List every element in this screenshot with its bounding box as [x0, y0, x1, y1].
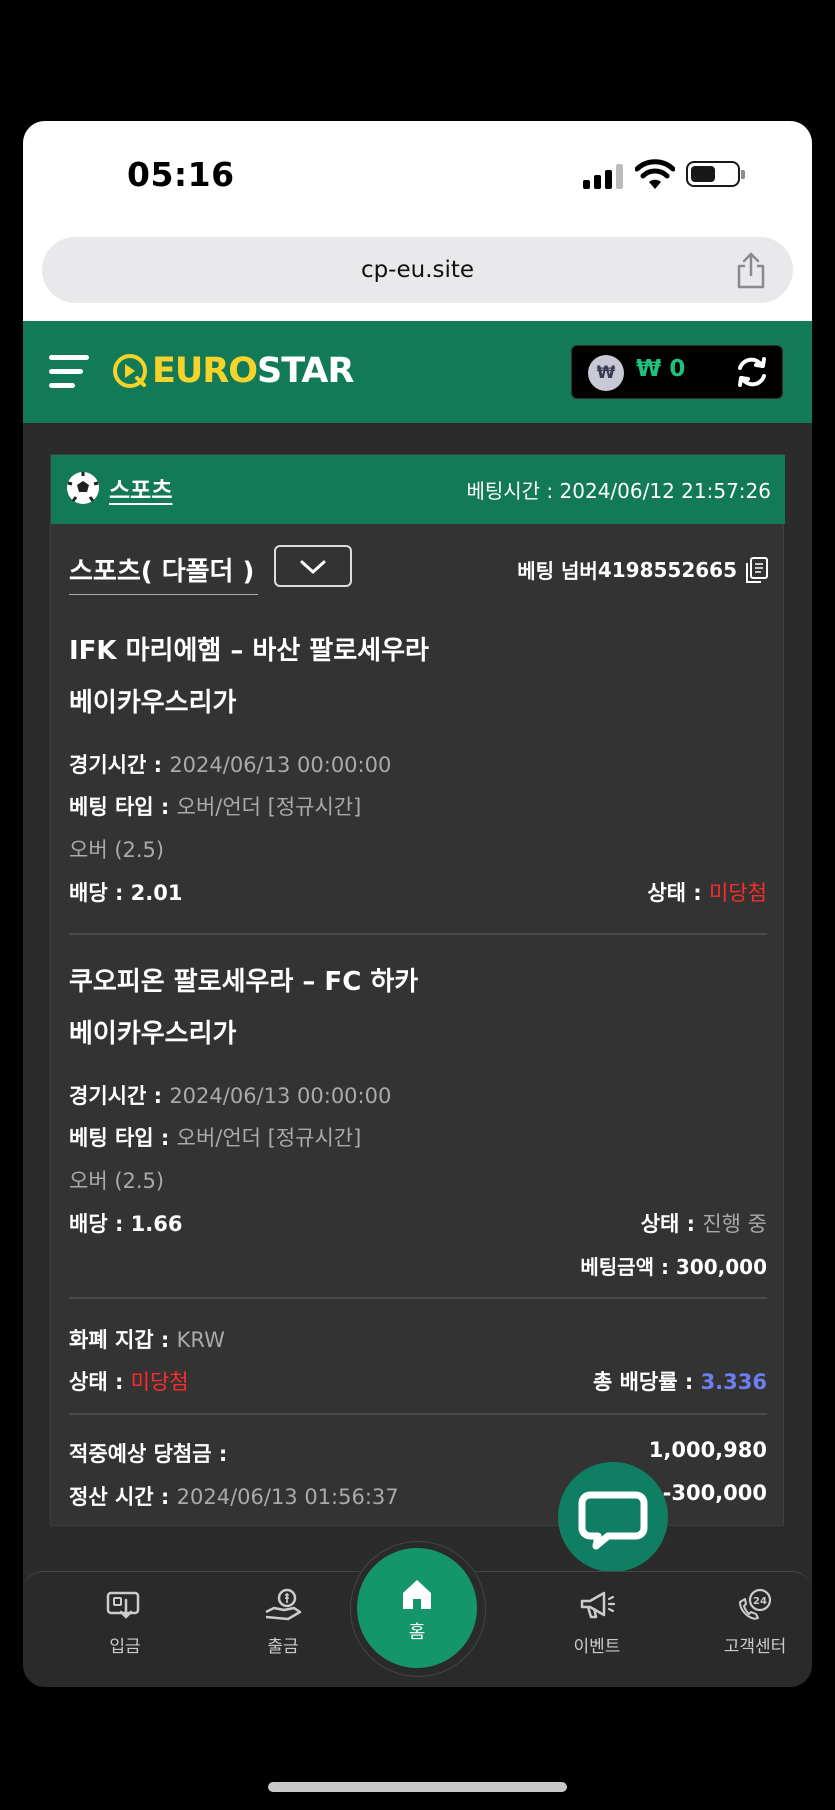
cellular-signal-icon [583, 163, 627, 189]
bet-time: 베팅시간 : 2024/06/12 21:57:26 [466, 479, 771, 503]
bet-history-card: 스포츠 베팅시간 : 2024/06/12 21:57:26 스포츠( 다폴더 … [50, 454, 785, 1526]
nav-withdraw[interactable]: 출금 [223, 1588, 343, 1674]
support-badge: 24 [753, 1596, 767, 1607]
url-text: cp-eu.site [360, 257, 475, 283]
bet-subheader: 스포츠( 다폴더 ) 베팅 넘버 4198552665 [69, 545, 769, 605]
nav-support-label: 고객센터 [723, 1637, 787, 1657]
divider [69, 933, 767, 935]
home-icon [403, 1580, 431, 1609]
nav-home-label: 홈 [408, 1622, 426, 1643]
match-2-odds: 배당 : 1.66 [69, 1212, 183, 1236]
match-1-game-time: 경기시간 : 2024/06/13 00:00:00 [69, 753, 392, 777]
nav-home[interactable]: 홈 [357, 1548, 477, 1668]
chat-bubble-icon [578, 1491, 648, 1550]
nav-event[interactable]: 이벤트 [537, 1588, 657, 1674]
logo-text: EUROSTAR [152, 351, 354, 391]
match-1-odds: 배당 : 2.01 [69, 881, 183, 905]
divider [69, 1413, 767, 1415]
soccer-ball-icon [67, 472, 99, 504]
withdraw-icon [265, 1588, 302, 1621]
battery-icon [686, 161, 745, 187]
site-logo[interactable]: EUROSTAR [111, 349, 354, 393]
home-indicator [268, 1782, 567, 1792]
match-2-league: 베이카우스리가 [69, 1019, 237, 1049]
logo-mark-icon [113, 354, 147, 388]
won-coin-icon: ₩ [588, 355, 624, 391]
browser-bar: cp-eu.site [23, 231, 812, 321]
match-2-teams: 쿠오피온 팔로세우라 – FC 하카 [69, 967, 419, 997]
match-2-status: 상태 : 진행 중 [640, 1212, 767, 1236]
balance-amount: ₩ 0 [636, 356, 686, 382]
logo-text-star: STAR [257, 351, 354, 391]
site-header: EUROSTAR ₩ ₩ 0 [23, 321, 812, 423]
currency-wallet: 화폐 지갑 : KRW [69, 1328, 225, 1352]
match-1-league: 베이카우스리가 [69, 688, 237, 718]
status-time: 05:16 [127, 155, 235, 194]
settle-amount: -300,000 [662, 1481, 767, 1505]
support-24-icon: 24 [739, 1588, 772, 1620]
share-icon[interactable] [735, 251, 767, 289]
overall-status: 상태 : 미당첨 [69, 1370, 189, 1394]
wifi-icon [635, 159, 675, 189]
bet-number: 베팅 넘버 4198552665 [517, 555, 769, 584]
bet-type-title: 스포츠( 다폴더 ) [69, 545, 258, 595]
wallet-balance: ₩ ₩ 0 [571, 345, 783, 399]
nav-deposit[interactable]: 입금 [65, 1588, 185, 1674]
match-1-bet-kind: 베팅 타입 : 오버/언더 [정규시간] [69, 795, 362, 819]
chat-button[interactable] [558, 1462, 668, 1572]
match-1-status: 상태 : 미당첨 [647, 881, 767, 905]
address-bar[interactable]: cp-eu.site [42, 237, 793, 303]
total-odds: 총 배당률 : 3.336 [592, 1370, 767, 1394]
divider [69, 1297, 767, 1299]
match-2-game-time: 경기시간 : 2024/06/13 00:00:00 [69, 1084, 392, 1108]
match-2-bet-kind: 베팅 타입 : 오버/언더 [정규시간] [69, 1126, 362, 1150]
match-1-teams: IFK 마리에햄 – 바산 팔로세우라 [69, 636, 429, 666]
match-1-pick: 오버 (2.5) [69, 838, 165, 862]
card-title: 스포츠 [109, 478, 173, 504]
settle-time: 정산 시간 : 2024/06/13 01:56:37 [69, 1485, 399, 1509]
menu-icon[interactable] [49, 353, 89, 391]
card-header: 스포츠 베팅시간 : 2024/06/12 21:57:26 [51, 455, 785, 524]
logo-text-euro: EURO [152, 351, 258, 391]
refresh-icon[interactable] [734, 354, 770, 390]
expected-win-amount: 1,000,980 [648, 1438, 767, 1462]
expand-button[interactable] [274, 545, 352, 587]
expected-win-label: 적중예상 당첨금 : [69, 1442, 228, 1466]
nav-deposit-label: 입금 [109, 1637, 141, 1657]
copy-icon[interactable] [743, 556, 769, 584]
bet-amount: 베팅금액 : 300,000 [580, 1255, 767, 1279]
phone-screen: 05:16 cp-eu.site EUROSTAR ₩ ₩ 0 스포츠 베팅시간… [23, 121, 812, 1687]
match-2-pick: 오버 (2.5) [69, 1169, 165, 1193]
chevron-down-icon [300, 560, 326, 574]
status-bar: 05:16 [23, 121, 812, 231]
nav-withdraw-label: 출금 [267, 1637, 299, 1657]
megaphone-icon [580, 1591, 616, 1619]
nav-event-label: 이벤트 [573, 1637, 621, 1657]
nav-support[interactable]: 24 고객센터 [695, 1588, 812, 1674]
deposit-icon [106, 1591, 140, 1619]
